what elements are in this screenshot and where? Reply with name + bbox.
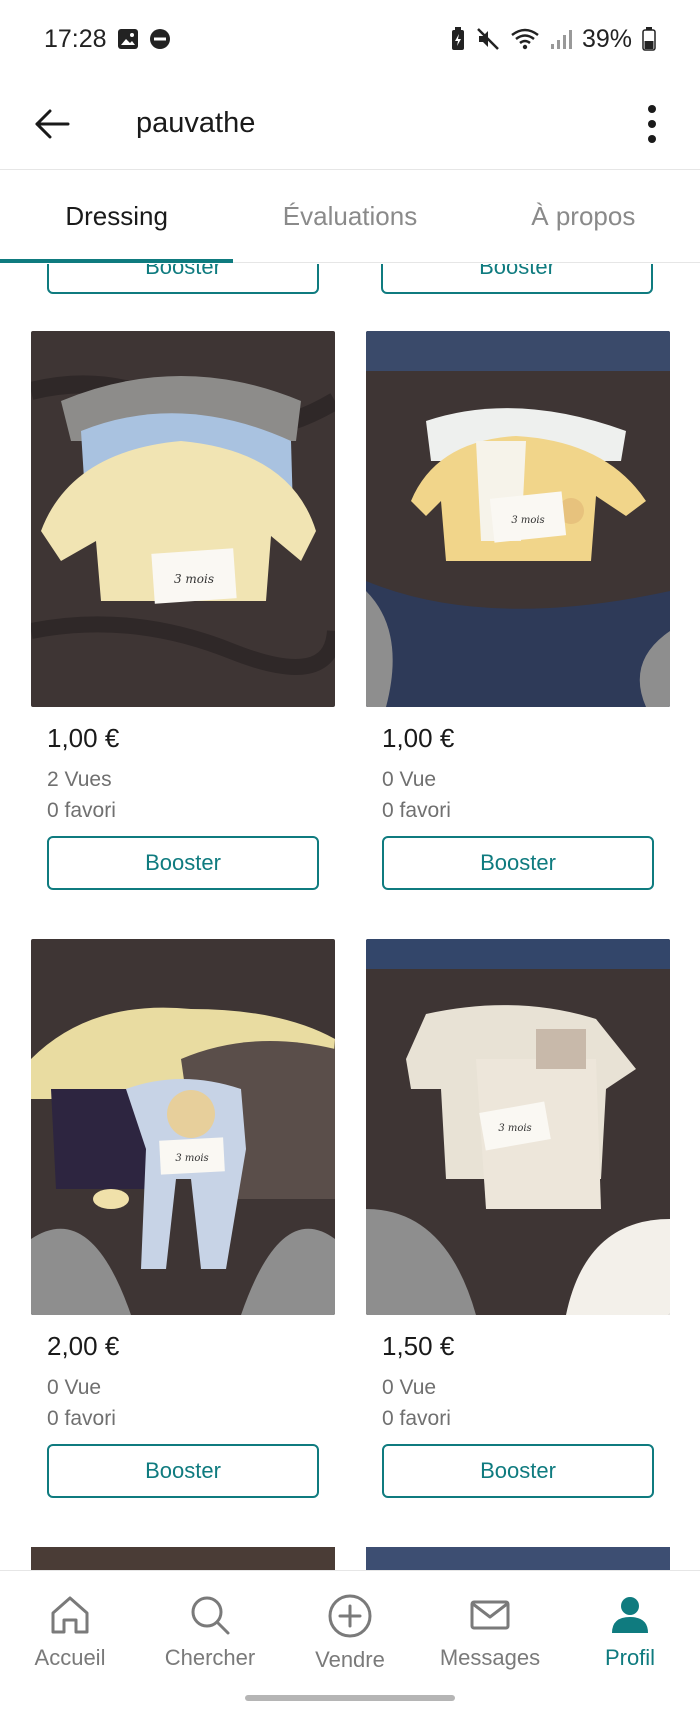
item-photo-partial[interactable]	[31, 1547, 335, 1570]
size-tag: 3 mois	[498, 1123, 531, 1134]
item-price: 1,00 €	[382, 723, 455, 753]
item-views: 0 Vue	[382, 768, 437, 791]
item-favorites: 0 favori	[47, 1407, 116, 1430]
plus-circle-icon	[328, 1594, 372, 1638]
signal-icon	[550, 28, 572, 50]
booster-button-partial[interactable]: Booster	[47, 264, 319, 294]
mute-icon	[476, 27, 500, 51]
booster-button-partial[interactable]: Booster	[381, 264, 653, 294]
status-bar: 17:28 39%	[0, 0, 700, 78]
item-views: 0 Vue	[47, 1376, 102, 1399]
nav-label: Messages	[439, 1645, 541, 1670]
battery-saver-icon	[450, 27, 466, 51]
nav-label: Profil	[604, 1645, 656, 1670]
size-tag: 3 mois	[511, 515, 544, 526]
booster-button[interactable]: Booster	[382, 836, 654, 890]
profile-icon	[612, 1597, 648, 1633]
page-title: pauvathe	[136, 107, 256, 139]
battery-icon	[642, 27, 656, 51]
nav-label: Accueil	[34, 1645, 106, 1670]
gallery-icon	[117, 28, 139, 50]
size-tag: 3 mois	[174, 572, 214, 586]
nav-label: Chercher	[164, 1645, 256, 1670]
home-icon	[51, 1596, 89, 1634]
item-card[interactable]: 3 mois 1,50 € 0 Vue 0 favori Booster	[366, 939, 670, 1498]
booster-button[interactable]: Booster	[382, 1444, 654, 1498]
profile-tabs: Dressing Évaluations À propos	[0, 171, 700, 263]
status-time: 17:28	[44, 24, 107, 53]
booster-button[interactable]: Booster	[47, 1444, 319, 1498]
item-views: 0 Vue	[382, 1376, 437, 1399]
home-indicator[interactable]	[245, 1695, 455, 1701]
item-photo[interactable]: 3 mois	[31, 939, 335, 1315]
item-card[interactable]: 3 mois 1,00 € 0 Vue 0 favori Booster	[366, 331, 670, 890]
item-price: 2,00 €	[47, 1331, 120, 1361]
booster-button[interactable]: Booster	[47, 836, 319, 890]
back-button[interactable]	[28, 100, 76, 148]
arrow-left-icon	[35, 109, 70, 138]
nav-accueil[interactable]: Accueil	[0, 1571, 140, 1711]
battery-percent: 39%	[581, 24, 632, 53]
item-photo[interactable]: 3 mois	[31, 331, 335, 707]
search-icon	[191, 1596, 230, 1635]
item-photo-partial[interactable]	[366, 1547, 670, 1570]
more-vertical-icon	[648, 104, 656, 143]
status-right: 39%	[450, 25, 656, 54]
wifi-icon	[510, 27, 540, 51]
nav-chercher[interactable]: Chercher	[140, 1571, 280, 1711]
tab-a-propos[interactable]: À propos	[467, 171, 700, 262]
size-tag: 3 mois	[175, 1153, 208, 1164]
tab-evaluations[interactable]: Évaluations	[233, 171, 466, 262]
item-price: 1,00 €	[47, 723, 120, 753]
tab-dressing[interactable]: Dressing	[0, 171, 234, 263]
more-options-button[interactable]	[632, 100, 672, 148]
item-favorites: 0 favori	[47, 799, 116, 822]
status-left: 17:28	[44, 25, 171, 54]
nav-messages[interactable]: Messages	[420, 1571, 560, 1711]
item-favorites: 0 favori	[382, 1407, 451, 1430]
nav-label: Vendre	[315, 1647, 385, 1672]
item-photo[interactable]: 3 mois	[366, 331, 670, 707]
item-photo[interactable]: 3 mois	[366, 939, 670, 1315]
app-header: pauvathe	[0, 78, 700, 170]
item-views: 2 Vues	[47, 768, 112, 791]
item-card[interactable]: 3 mois 2,00 € 0 Vue 0 favori Booster	[31, 939, 335, 1498]
mail-icon	[470, 1600, 510, 1630]
item-price: 1,50 €	[382, 1331, 455, 1361]
item-favorites: 0 favori	[382, 799, 451, 822]
item-card[interactable]: 3 mois 1,00 € 2 Vues 0 favori Booster	[31, 331, 335, 890]
bottom-nav: Accueil Chercher Vendre Messages Profil	[0, 1570, 700, 1711]
do-not-disturb-icon	[149, 28, 171, 50]
dressing-list[interactable]: Booster Booster 3 mois 1,00 € 2 Vues 0 f…	[0, 264, 700, 1570]
nav-profil[interactable]: Profil	[560, 1571, 700, 1711]
nav-vendre[interactable]: Vendre	[280, 1571, 420, 1711]
